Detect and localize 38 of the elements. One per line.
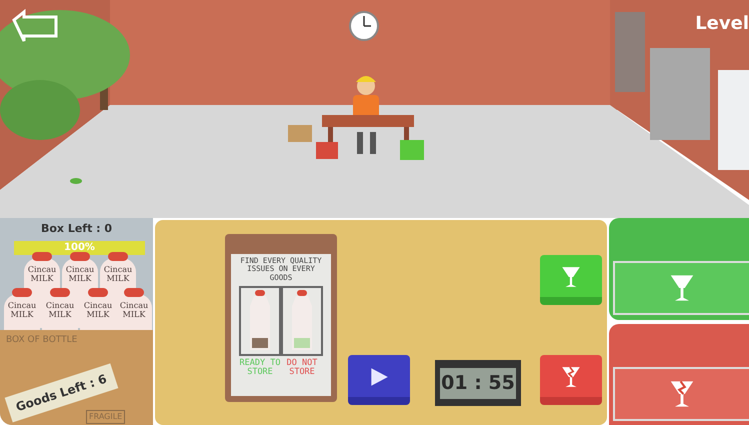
play-button[interactable] — [348, 355, 410, 405]
sorting-bin — [316, 142, 338, 159]
accept-button[interactable] — [540, 255, 602, 305]
bottle-cap — [70, 252, 90, 261]
discard-button[interactable] — [613, 366, 749, 420]
bottle-icon — [248, 290, 272, 352]
bottle-cap — [108, 252, 128, 261]
timer-display: 01 : 55 — [440, 368, 516, 399]
box-left-label: Box Left : 0 — [40, 221, 114, 237]
level-label: Level — [695, 12, 749, 36]
bottle-label: Cincau MILK — [28, 265, 56, 283]
bottle-cap — [12, 288, 32, 297]
leaf-icon — [70, 178, 82, 184]
bottle-label: Cincau MILK — [46, 301, 74, 319]
box-print: BOX OF BOTTLE — [6, 334, 78, 347]
bottle-icon — [290, 290, 314, 352]
broken-glass-icon — [668, 380, 696, 408]
bottle-cap — [88, 288, 108, 297]
example-caption: READY TO STORE — [239, 358, 281, 377]
sorting-bin — [400, 140, 424, 160]
bottle-label: Cincau MILK — [8, 301, 36, 319]
glass-icon — [560, 266, 582, 288]
cardboard-box — [288, 125, 312, 142]
back-arrow-icon[interactable] — [12, 8, 58, 42]
bottle-cap — [124, 288, 144, 297]
bottle-cap — [32, 252, 52, 261]
bottle-label: Cincau MILK — [66, 265, 94, 283]
bottle-label: Cincau MILK — [84, 301, 112, 319]
example-caption: DO NOT STORE — [286, 358, 318, 377]
bottle-label: Cincau MILK — [120, 301, 148, 319]
bottle-cap — [50, 288, 70, 297]
clock-icon — [349, 11, 379, 41]
glass-icon — [668, 274, 696, 302]
bottle-label: Cincau MILK — [104, 265, 132, 283]
reject-button[interactable] — [540, 355, 602, 405]
progress-fill: 100% — [14, 240, 145, 254]
broken-glass-icon — [560, 366, 582, 388]
fragile-print: FRAGILE — [86, 410, 126, 424]
